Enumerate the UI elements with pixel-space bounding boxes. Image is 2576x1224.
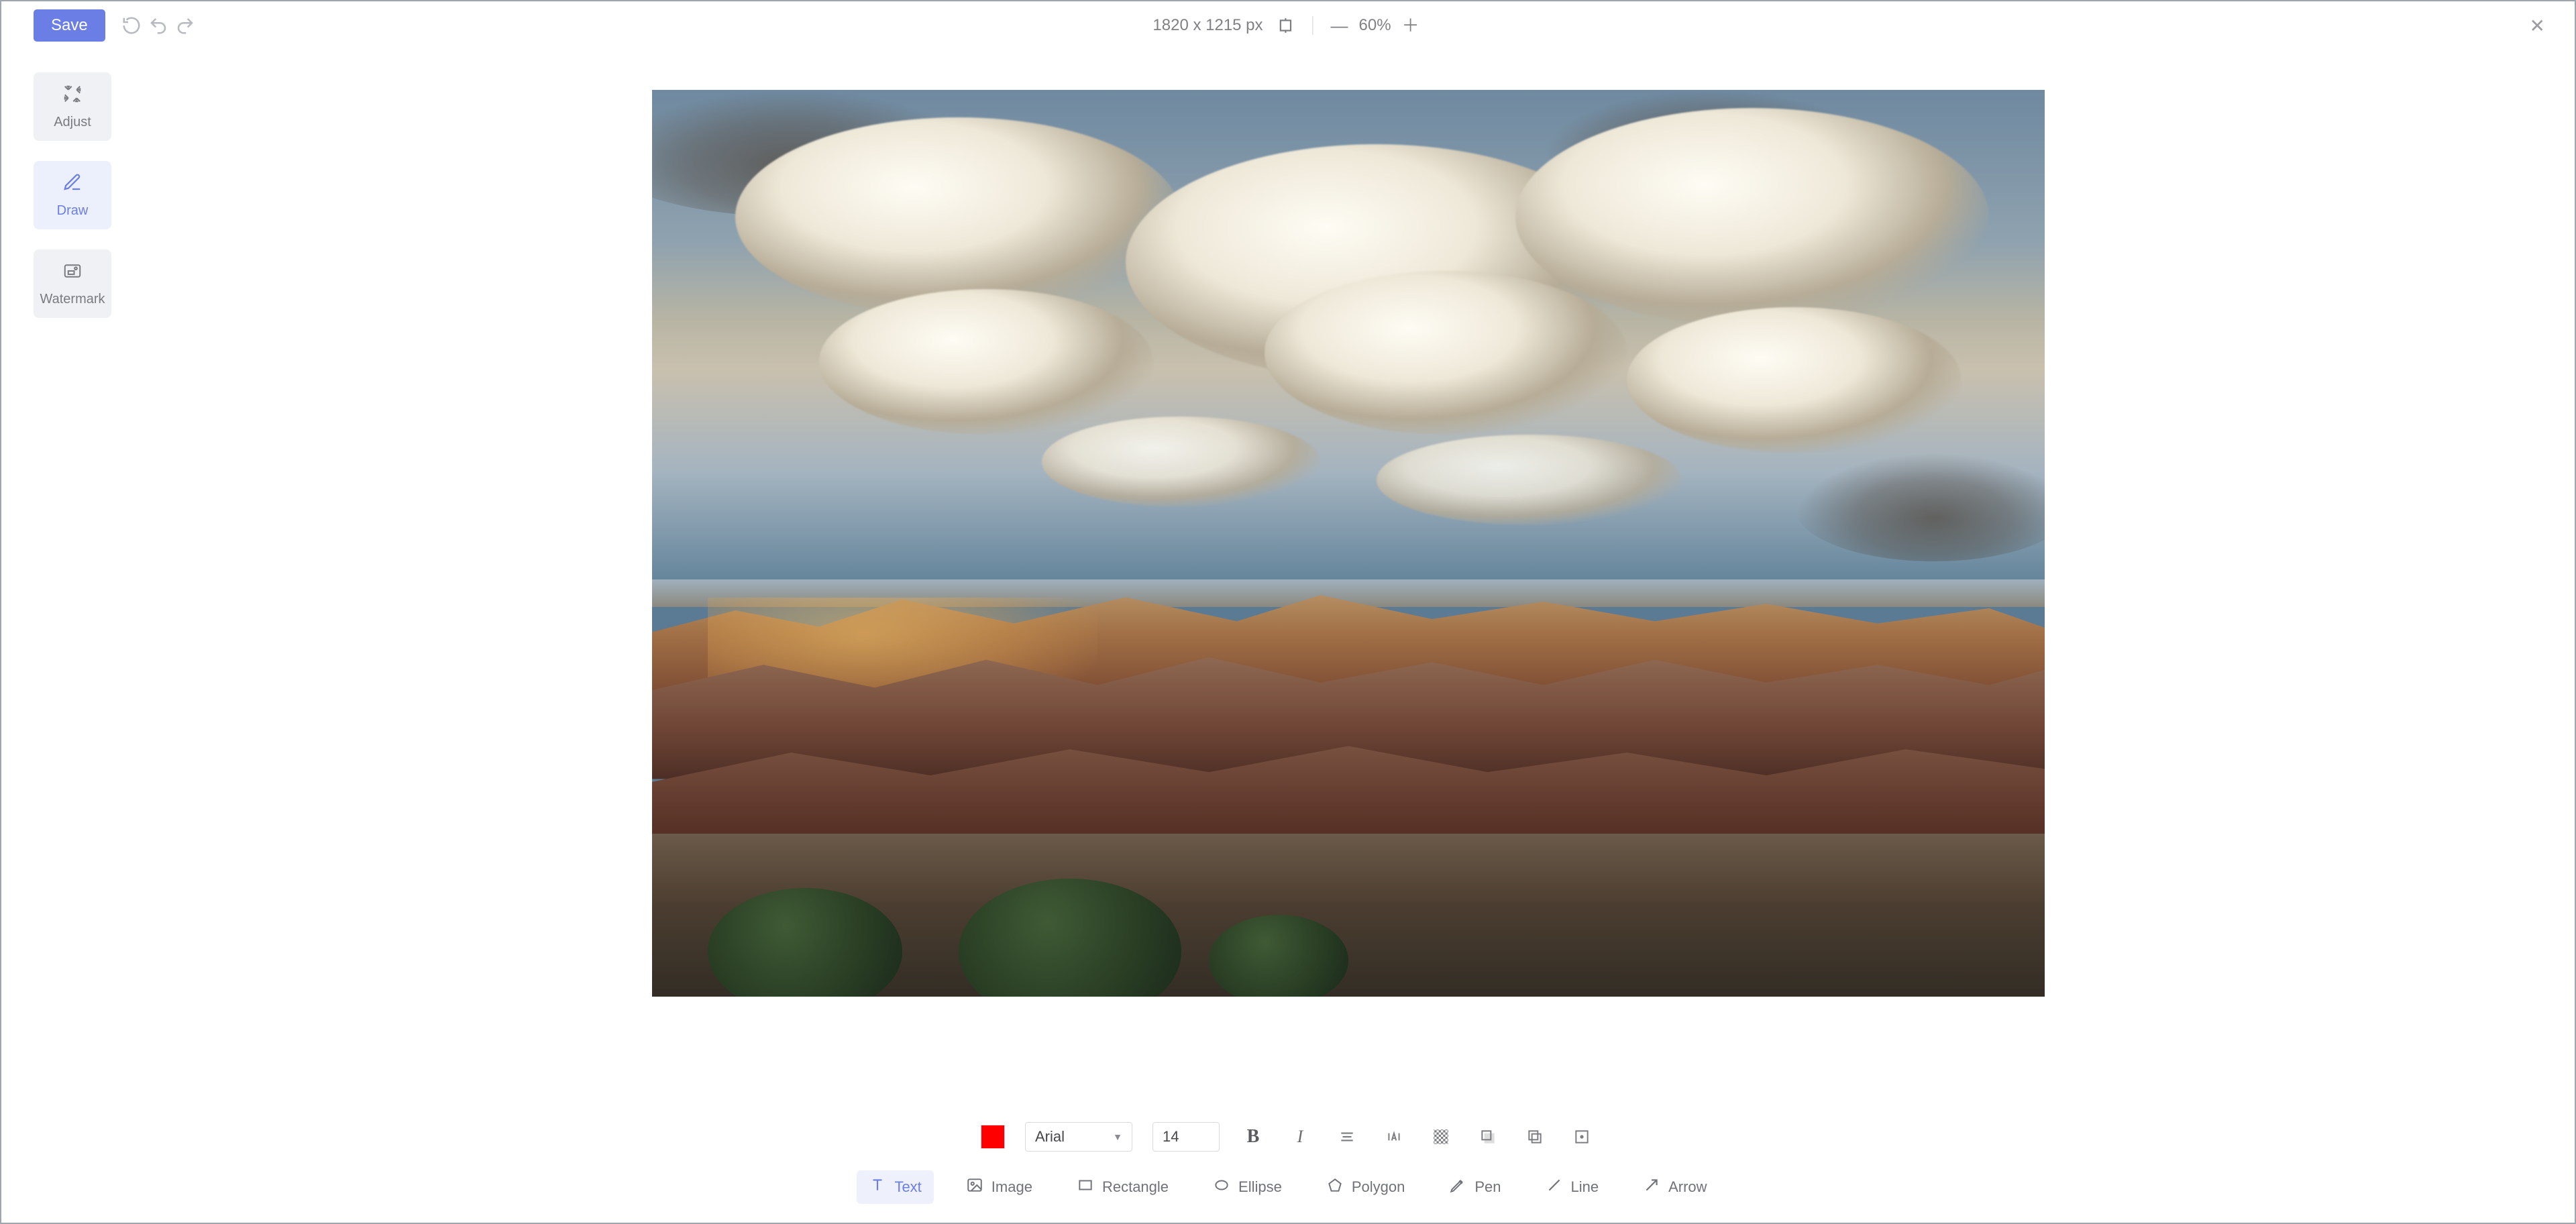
left-sidebar: Adjust Draw Watermark xyxy=(1,50,122,1106)
canvas-area xyxy=(122,50,2575,1106)
tool-rectangle[interactable]: Rectangle xyxy=(1065,1170,1181,1204)
shadow-button[interactable] xyxy=(1474,1123,1501,1150)
zoom-in-button[interactable]: ＋ xyxy=(1398,17,1424,34)
canvas-status: 1820 x 1215 px — 60% ＋ xyxy=(1152,12,1423,39)
tool-image[interactable]: Image xyxy=(954,1170,1044,1204)
rectangle-icon xyxy=(1077,1176,1094,1198)
tool-label: Polygon xyxy=(1352,1178,1405,1196)
sidebar-item-label: Draw xyxy=(57,203,89,219)
text-options-row: Arial ▼ B I xyxy=(981,1122,1595,1152)
layer-order-button[interactable] xyxy=(1521,1123,1548,1150)
line-icon xyxy=(1546,1176,1563,1198)
text-spacing-button[interactable] xyxy=(1381,1123,1407,1150)
bold-button[interactable]: B xyxy=(1240,1123,1267,1150)
draw-icon xyxy=(62,172,83,197)
canvas-image[interactable] xyxy=(652,90,2045,997)
bottom-toolbar: Arial ▼ B I xyxy=(1,1106,2575,1223)
text-color-swatch[interactable] xyxy=(981,1125,1005,1149)
sidebar-item-adjust[interactable]: Adjust xyxy=(34,72,111,141)
chevron-down-icon: ▼ xyxy=(1113,1131,1122,1142)
canvas-dimensions: 1820 x 1215 px xyxy=(1152,16,1263,35)
tool-label: Line xyxy=(1571,1178,1599,1196)
sidebar-item-watermark[interactable]: Watermark xyxy=(34,249,111,318)
tool-label: Rectangle xyxy=(1102,1178,1169,1196)
tool-label: Image xyxy=(991,1178,1032,1196)
text-icon xyxy=(869,1176,886,1198)
crop-icon[interactable] xyxy=(1273,12,1299,39)
undo-icon[interactable] xyxy=(148,15,168,36)
redo-icon[interactable] xyxy=(175,15,195,36)
tool-pen[interactable]: Pen xyxy=(1437,1170,1513,1204)
sidebar-item-label: Adjust xyxy=(54,115,91,130)
save-button[interactable]: Save xyxy=(34,9,105,42)
tool-label: Ellipse xyxy=(1238,1178,1282,1196)
tool-arrow[interactable]: Arrow xyxy=(1631,1170,1719,1204)
arrow-icon xyxy=(1643,1176,1660,1198)
pen-icon xyxy=(1449,1176,1466,1198)
italic-button[interactable]: I xyxy=(1287,1123,1313,1150)
close-icon[interactable]: ✕ xyxy=(2526,11,2549,41)
tool-polygon[interactable]: Polygon xyxy=(1314,1170,1417,1204)
tool-label: Text xyxy=(894,1178,921,1196)
ellipse-icon xyxy=(1213,1176,1230,1198)
tool-line[interactable]: Line xyxy=(1534,1170,1611,1204)
watermark-icon xyxy=(62,261,83,285)
font-size-input[interactable] xyxy=(1152,1122,1220,1152)
tool-label: Arrow xyxy=(1668,1178,1707,1196)
polygon-icon xyxy=(1326,1176,1344,1198)
main-area: Adjust Draw Watermark xyxy=(1,50,2575,1106)
tool-ellipse[interactable]: Ellipse xyxy=(1201,1170,1294,1204)
sidebar-item-draw[interactable]: Draw xyxy=(34,161,111,229)
image-editor-window: Save 1820 x 1215 px — 60% ＋ ✕ xyxy=(0,0,2576,1224)
tool-label: Pen xyxy=(1474,1178,1501,1196)
top-toolbar: Save 1820 x 1215 px — 60% ＋ ✕ xyxy=(1,1,2575,50)
opacity-button[interactable] xyxy=(1428,1123,1454,1150)
zoom-out-button[interactable]: — xyxy=(1327,17,1352,34)
draw-tools-row: Text Image Rectangle Ellipse Polygon Pen xyxy=(857,1170,1719,1204)
image-icon xyxy=(966,1176,983,1198)
sidebar-item-label: Watermark xyxy=(40,292,105,307)
zoom-level: 60% xyxy=(1352,16,1398,35)
text-align-button[interactable] xyxy=(1334,1123,1360,1150)
font-family-value: Arial xyxy=(1035,1128,1065,1146)
tool-text[interactable]: Text xyxy=(857,1170,933,1204)
font-family-select[interactable]: Arial ▼ xyxy=(1025,1122,1132,1152)
position-button[interactable] xyxy=(1568,1123,1595,1150)
reset-icon[interactable] xyxy=(121,15,142,36)
adjust-icon xyxy=(62,84,83,108)
